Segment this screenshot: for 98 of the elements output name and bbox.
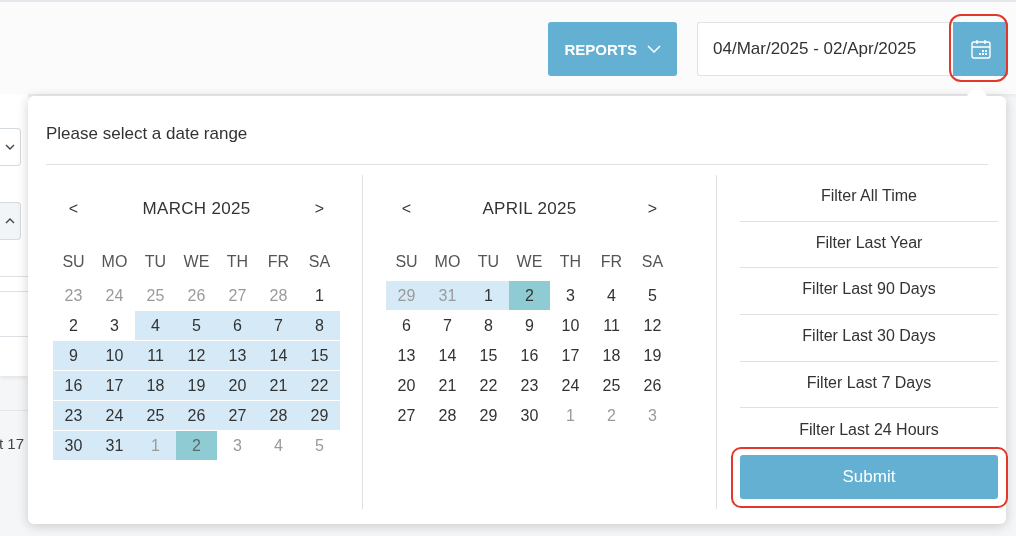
month-title: APRIL 2025 [482,199,577,219]
chevron-up-icon [5,218,15,224]
day-cell[interactable]: 29 [468,401,509,430]
day-cell[interactable]: 30 [509,401,550,430]
filter-option[interactable]: Filter All Time [740,175,998,222]
day-cell[interactable]: 21 [427,371,468,400]
filter-option[interactable]: Filter Last 7 Days [740,361,998,409]
day-cell[interactable]: 26 [632,371,673,400]
day-cell[interactable]: 6 [386,311,427,340]
weekday-label: TU [476,252,501,272]
next-month-button[interactable]: > [632,200,673,218]
day-cell[interactable]: 15 [299,341,340,370]
day-cell[interactable]: 23 [53,401,94,430]
day-cell[interactable]: 23 [509,371,550,400]
chevron-down-icon [5,144,15,150]
next-month-button[interactable]: > [299,200,340,218]
day-cell[interactable]: 22 [299,371,340,400]
popup-title: Please select a date range [46,123,249,145]
day-cell[interactable]: 3 [94,311,135,340]
day-cell[interactable]: 19 [632,341,673,370]
day-cell[interactable]: 6 [217,311,258,340]
weekday-label: SU [61,252,86,272]
day-cell[interactable]: 29 [299,401,340,430]
weekday-label: TH [558,252,583,272]
day-cell[interactable]: 1 [299,281,340,310]
day-cell[interactable]: 13 [217,341,258,370]
weekday-label: MO [433,252,462,272]
day-cell[interactable]: 18 [135,371,176,400]
day-cell[interactable]: 15 [468,341,509,370]
day-cell[interactable]: 28 [258,401,299,430]
day-cell[interactable]: 17 [94,371,135,400]
day-cell[interactable]: 31 [94,431,135,460]
day-cell[interactable]: 9 [509,311,550,340]
dropdown-toggle[interactable] [0,128,21,166]
day-cell[interactable]: 5 [632,281,673,310]
calendar-button[interactable] [953,22,1008,76]
weekday-label: FR [599,252,624,272]
weekday-label: TH [225,252,250,272]
previous-month-button[interactable]: < [386,200,427,218]
day-cell[interactable]: 21 [258,371,299,400]
day-cell[interactable]: 8 [299,311,340,340]
day-cell[interactable]: 8 [468,311,509,340]
day-cell[interactable]: 30 [53,431,94,460]
filter-option[interactable]: Filter Last Year [740,221,998,269]
day-cell[interactable]: 11 [591,311,632,340]
day-cell[interactable]: 9 [53,341,94,370]
day-cell[interactable]: 20 [386,371,427,400]
day-cell[interactable]: 13 [386,341,427,370]
day-cell[interactable]: 1 [468,281,509,310]
day-cell[interactable]: 5 [176,311,217,340]
previous-month-button[interactable]: < [53,200,94,218]
day-cell[interactable]: 24 [550,371,591,400]
weekday-label: SA [640,252,665,272]
day-cell[interactable]: 4 [591,281,632,310]
filter-option[interactable]: Filter Last 90 Days [740,268,998,315]
weekday-label: SU [394,252,419,272]
day-cell[interactable]: 4 [135,311,176,340]
day-cell[interactable]: 16 [509,341,550,370]
day-cell[interactable]: 18 [591,341,632,370]
chevron-down-icon [647,45,661,53]
day-cell[interactable]: 17 [550,341,591,370]
day-cell[interactable]: 14 [258,341,299,370]
day-cell[interactable]: 20 [217,371,258,400]
day-cell[interactable]: 24 [94,401,135,430]
filter-option[interactable]: Filter Last 24 Hours [740,408,998,455]
day-cell[interactable]: 27 [217,401,258,430]
day-cell[interactable]: 2 [509,281,550,310]
weekday-label: FR [266,252,291,272]
partial-text: t 17 [0,435,25,452]
weekday-label: WE [515,252,544,272]
day-cell[interactable]: 12 [632,311,673,340]
weekday-label: WE [182,252,211,272]
day-cell[interactable]: 27 [386,401,427,430]
day-cell[interactable]: 2 [53,311,94,340]
day-cell[interactable]: 26 [176,401,217,430]
day-cell[interactable]: 19 [176,371,217,400]
day-cell[interactable]: 10 [94,341,135,370]
day-cell[interactable]: 11 [135,341,176,370]
calendar-icon [969,38,992,60]
day-cell[interactable]: 28 [427,401,468,430]
weekday-label: SA [307,252,332,272]
day-cell[interactable]: 25 [591,371,632,400]
dropdown-toggle[interactable] [0,202,21,240]
month-title: MARCH 2025 [142,199,251,219]
day-cell[interactable]: 7 [258,311,299,340]
annotation-ring [949,14,1008,82]
day-cell[interactable]: 12 [176,341,217,370]
filter-option[interactable]: Filter Last 30 Days [740,315,998,362]
day-cell[interactable]: 22 [468,371,509,400]
day-cell[interactable]: 25 [135,401,176,430]
day-cell[interactable]: 3 [550,281,591,310]
date-range-field[interactable]: 04/Mar/2025 - 02/Apr/2025 [697,22,953,76]
weekday-label: TU [143,252,168,272]
day-cell[interactable]: 16 [53,371,94,400]
day-cell[interactable]: 10 [550,311,591,340]
day-cell[interactable]: 14 [427,341,468,370]
weekday-label: MO [100,252,129,272]
day-cell[interactable]: 7 [427,311,468,340]
